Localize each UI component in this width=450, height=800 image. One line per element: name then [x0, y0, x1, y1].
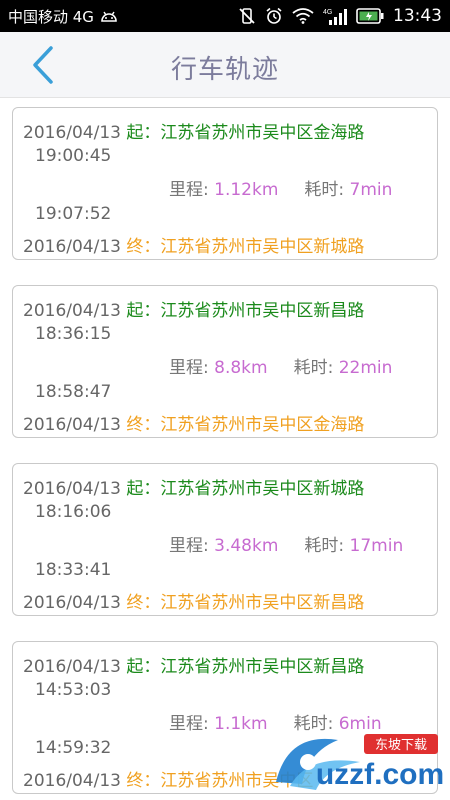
end-time: 14:59:32: [35, 738, 112, 758]
trip-stats-row: 里程: 8.8km 耗时: 22min: [169, 353, 392, 378]
start-date: 2016/04/13: [23, 657, 121, 677]
start-time: 18:36:15: [35, 324, 112, 344]
android-icon: [100, 9, 118, 23]
distance-value: 1.12km: [214, 180, 279, 200]
end-time: 18:58:47: [35, 382, 112, 402]
end-date: 2016/04/13: [23, 415, 121, 435]
trip-start-row: 2016/04/13 起：江苏省苏州市吴中区新昌路: [23, 652, 364, 677]
duration-label: 耗时:: [304, 180, 350, 200]
distance-label: 里程:: [169, 714, 215, 734]
status-bar: 中国移动 4G 4G 13:43: [0, 0, 450, 32]
start-time: 19:00:45: [35, 146, 112, 166]
distance-label: 里程:: [169, 180, 215, 200]
distance-value: 3.48km: [214, 536, 279, 556]
distance-value: 8.8km: [214, 358, 268, 378]
trip-start-row: 2016/04/13 起：江苏省苏州市吴中区新城路: [23, 474, 364, 499]
signal-icon: 4G: [323, 7, 347, 25]
network-type-label: 4G: [323, 9, 332, 16]
start-time: 14:53:03: [35, 680, 112, 700]
start-prefix: 起：: [126, 301, 161, 321]
start-date: 2016/04/13: [23, 479, 121, 499]
wifi-icon: [292, 8, 314, 24]
trip-list: 2016/04/13 起：江苏省苏州市吴中区金海路 19:00:45 里程: 1…: [12, 107, 438, 800]
carrier-label: 中国移动 4G: [8, 7, 94, 26]
trip-card[interactable]: 2016/04/13 起：江苏省苏州市吴中区新昌路 18:36:15 里程: 8…: [12, 285, 438, 438]
start-place: 江苏省苏州市吴中区新昌路: [160, 301, 365, 321]
watermark-tag: 东坡下载: [375, 738, 427, 753]
end-time: 18:33:41: [35, 560, 112, 580]
duration-label: 耗时:: [293, 358, 339, 378]
trip-card[interactable]: 2016/04/13 起：江苏省苏州市吴中区金海路 19:00:45 里程: 1…: [12, 107, 438, 260]
trip-card[interactable]: 2016/04/13 起：江苏省苏州市吴中区新城路 18:16:06 里程: 3…: [12, 463, 438, 616]
duration-label: 耗时:: [304, 536, 350, 556]
end-time: 19:07:52: [35, 204, 112, 224]
end-prefix: 终：: [126, 415, 161, 435]
app-header: 行车轨迹: [0, 32, 450, 98]
trip-start-row: 2016/04/13 起：江苏省苏州市吴中区金海路: [23, 118, 364, 143]
trip-stats-row: 里程: 3.48km 耗时: 17min: [169, 531, 403, 556]
start-place: 江苏省苏州市吴中区新城路: [160, 479, 365, 499]
duration-value: 22min: [338, 358, 393, 378]
watermark-site: uzzf.com: [316, 758, 444, 791]
end-prefix: 终：: [126, 237, 161, 257]
start-date: 2016/04/13: [23, 301, 121, 321]
end-prefix: 终：: [126, 593, 161, 613]
end-date: 2016/04/13: [23, 593, 121, 613]
vibrate-off-icon: [238, 7, 256, 25]
trip-stats-row: 里程: 1.12km 耗时: 7min: [169, 175, 392, 200]
clock-time: 13:43: [393, 6, 442, 26]
start-date: 2016/04/13: [23, 123, 121, 143]
start-prefix: 起：: [126, 479, 161, 499]
end-place: 江苏省苏州市吴中区新昌路: [160, 593, 365, 613]
site-watermark-logo: 东坡下载 uzzf.com: [276, 734, 444, 791]
trip-start-row: 2016/04/13 起：江苏省苏州市吴中区新昌路: [23, 296, 364, 321]
start-prefix: 起：: [126, 657, 161, 677]
trip-end-row: 2016/04/13 终：江苏省苏州市吴中区金海路: [23, 410, 364, 435]
end-date: 2016/04/13: [23, 771, 121, 791]
end-prefix: 终：: [126, 771, 161, 791]
carrier-group: 中国移动 4G: [8, 6, 118, 27]
duration-value: 17min: [349, 536, 404, 556]
start-place: 江苏省苏州市吴中区新昌路: [160, 657, 365, 677]
battery-icon: [356, 8, 384, 24]
distance-label: 里程:: [169, 358, 215, 378]
trip-end-row: 2016/04/13 终：江苏省苏州市吴中区新城路: [23, 232, 364, 257]
end-date: 2016/04/13: [23, 237, 121, 257]
status-icons: 4G 13:43: [238, 6, 442, 26]
start-place: 江苏省苏州市吴中区金海路: [160, 123, 365, 143]
page-title: 行车轨迹: [170, 55, 279, 85]
alarm-icon: [265, 7, 283, 25]
end-place: 江苏省苏州市吴中区新城路: [160, 237, 365, 257]
end-place: 江苏省苏州市吴中区金海路: [160, 415, 365, 435]
trip-end-row: 2016/04/13 终：江苏省苏州市吴中区新昌路: [23, 588, 364, 613]
start-prefix: 起：: [126, 123, 161, 143]
duration-value: 7min: [349, 180, 393, 200]
distance-value: 1.1km: [214, 714, 268, 734]
distance-label: 里程:: [169, 536, 215, 556]
start-time: 18:16:06: [35, 502, 112, 522]
